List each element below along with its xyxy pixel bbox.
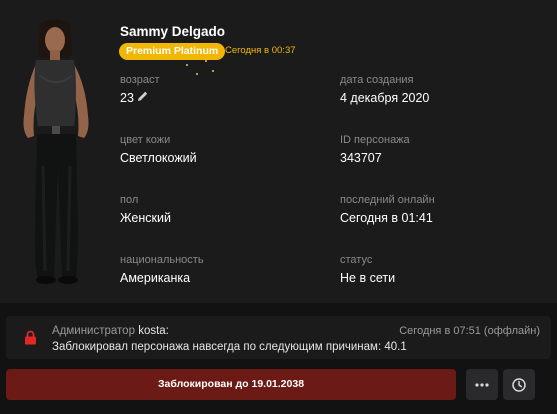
premium-badge-time: Сегодня в 00:37 (225, 45, 296, 56)
last-online-label: последний онлайн (340, 194, 435, 206)
more-horizontal-icon (475, 382, 489, 387)
history-button[interactable] (503, 369, 535, 400)
nationality-value: Американка (120, 271, 191, 285)
banned-until-button[interactable]: Заблокирован до 19.01.2038 (6, 369, 456, 400)
status-value: Не в сети (340, 271, 396, 285)
status-label: статус (340, 254, 373, 266)
sparkle-decoration (205, 60, 207, 62)
created-label: дата создания (340, 74, 414, 86)
admin-prefix: Администратор (52, 325, 135, 337)
notice-time: Сегодня в 07:51 (оффлайн) (399, 325, 540, 337)
admin-name: kosta: (138, 325, 169, 337)
skin-value: Светлокожий (120, 151, 197, 165)
character-id-label: ID персонажа (340, 134, 410, 146)
lock-icon (25, 330, 36, 345)
clock-history-icon (512, 377, 526, 392)
sparkle-decoration (212, 70, 214, 72)
ban-notice: Администратор kosta: Сегодня в 07:51 (оф… (6, 316, 551, 359)
sparkle-decoration (186, 64, 188, 66)
notice-text: Заблокировал персонажа навсегда по следу… (52, 341, 407, 353)
notice-admin-line: Администратор kosta: (52, 325, 169, 337)
gender-label: пол (120, 194, 139, 206)
nationality-label: национальность (120, 254, 204, 266)
premium-badge: Premium Platinum (119, 43, 226, 60)
character-avatar (23, 19, 89, 284)
sparkle-decoration (196, 73, 198, 75)
age-label: возраст (120, 74, 160, 86)
last-online-value: Сегодня в 01:41 (340, 211, 433, 225)
character-name: Sammy Delgado (120, 24, 226, 39)
created-value: 4 декабря 2020 (340, 91, 430, 105)
more-options-button[interactable] (466, 369, 498, 400)
profile-card: Sammy Delgado Premium Platinum Сегодня в… (0, 0, 557, 303)
character-id-value: 343707 (340, 151, 382, 165)
age-value: 23 (120, 91, 134, 105)
skin-label: цвет кожи (120, 134, 171, 146)
edit-pencil-icon[interactable] (137, 90, 149, 102)
gender-value: Женский (120, 211, 171, 225)
